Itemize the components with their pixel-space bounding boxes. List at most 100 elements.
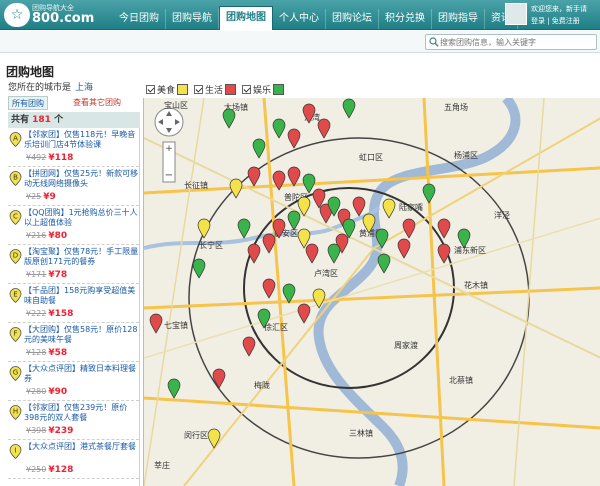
nav-deal-map[interactable]: 团购地图 bbox=[219, 6, 273, 30]
deal-title[interactable]: 【淘宝聚】仅售78元！手工限量版原创171元的餐券 bbox=[24, 247, 139, 267]
map-pin-icon: F bbox=[9, 327, 22, 342]
city-name[interactable]: 上海 bbox=[75, 83, 93, 93]
map-pin-icon[interactable] bbox=[247, 166, 261, 187]
map-pin-icon[interactable] bbox=[212, 368, 226, 389]
zoom-in-icon[interactable]: + bbox=[165, 144, 173, 154]
place-label: 梅陇 bbox=[254, 380, 270, 390]
map-pin-icon[interactable] bbox=[242, 336, 256, 357]
map-pin-icon[interactable] bbox=[262, 233, 276, 254]
deal-title[interactable]: 【千品团】158元购享受超值美味自助餐 bbox=[24, 286, 139, 306]
map-pin-icon[interactable] bbox=[272, 118, 286, 139]
map-pin-icon[interactable] bbox=[302, 173, 316, 194]
map-pin-icon[interactable] bbox=[317, 118, 331, 139]
list-item[interactable]: F 【大团购】仅售58元！原价128元的美味午餐 ¥128 ¥58 bbox=[8, 323, 139, 362]
old-price: ¥398 bbox=[26, 426, 47, 435]
map-pan-control[interactable] bbox=[154, 107, 184, 137]
checkbox[interactable] bbox=[242, 84, 252, 94]
login-register-links[interactable]: 登录 | 免费注册 bbox=[531, 16, 580, 26]
search-icon[interactable] bbox=[429, 37, 439, 47]
map-pin-icon[interactable] bbox=[207, 428, 221, 449]
map-pin-icon[interactable] bbox=[167, 378, 181, 399]
list-item[interactable]: C 【QQ团购】1元抢购总价三十人以上超值体验 ¥216 ¥80 bbox=[8, 206, 139, 245]
map-pin-icon: I bbox=[9, 444, 22, 459]
tab-all-deals[interactable]: 所有团购 bbox=[8, 96, 48, 110]
list-item[interactable]: B 【拼团网】仅售25元！新款可移动无线网络摄像头 ¥25 ¥9 bbox=[8, 167, 139, 206]
zoom-out-icon[interactable]: − bbox=[165, 170, 173, 181]
place-label: 长宁区 bbox=[199, 240, 223, 250]
place-label: 宝山区 bbox=[164, 100, 188, 110]
map-pin-icon[interactable] bbox=[402, 218, 416, 239]
map-pin-icon[interactable] bbox=[149, 313, 163, 334]
map-pin-icon[interactable] bbox=[352, 196, 366, 217]
map-pin-icon[interactable] bbox=[252, 138, 266, 159]
deal-map[interactable]: + − 大场镇 宝山区 五角场 虹口区 杨浦区 江湾 普陀区 长征镇 静安区 黄… bbox=[143, 98, 600, 486]
map-pin-icon[interactable] bbox=[305, 243, 319, 264]
svg-text:I: I bbox=[14, 447, 16, 455]
deal-title[interactable]: 【大众点评团】精致日本料理餐券 bbox=[24, 364, 139, 384]
filter-entertainment[interactable]: 娱乐 bbox=[242, 82, 285, 96]
map-pin-icon[interactable] bbox=[437, 243, 451, 264]
list-item[interactable]: A 【邻家团】仅售118元！早晚音乐培训门店4节体验课 ¥492 ¥118 bbox=[8, 128, 139, 167]
deal-title[interactable]: 【邻家团】仅售118元！早晚音乐培训门店4节体验课 bbox=[24, 130, 139, 150]
map-pin-icon[interactable] bbox=[247, 243, 261, 264]
map-pin-icon[interactable] bbox=[382, 198, 396, 219]
map-pin-icon[interactable] bbox=[327, 243, 341, 264]
map-pin-icon[interactable] bbox=[237, 218, 251, 239]
road bbox=[144, 286, 600, 310]
map-pin-icon[interactable] bbox=[297, 303, 311, 324]
svg-text:A: A bbox=[13, 135, 18, 143]
deal-list: A 【邻家团】仅售118元！早晚音乐培训门店4节体验课 ¥492 ¥118 B 【… bbox=[8, 128, 140, 486]
map-pin-icon[interactable] bbox=[222, 108, 236, 129]
deal-title[interactable]: 【QQ团购】1元抢购总价三十人以上超值体验 bbox=[24, 208, 139, 228]
top-navigation-bar: ☆ 团购导航大全 800.com 今日团购 团购导航 团购地图 个人中心 团购论… bbox=[0, 0, 600, 30]
map-pin-icon[interactable] bbox=[437, 218, 451, 239]
map-pin-icon[interactable] bbox=[397, 238, 411, 259]
tab-other-deals[interactable]: 查看其它团购 bbox=[70, 96, 124, 110]
new-price: ¥118 bbox=[48, 153, 74, 163]
zoom-slider[interactable]: + − bbox=[162, 141, 176, 183]
map-pin-icon[interactable] bbox=[197, 218, 211, 239]
list-item[interactable]: I 【大众点评团】港式茶餐厅套餐 ¥250 ¥128 bbox=[8, 440, 139, 479]
avatar[interactable] bbox=[505, 3, 527, 25]
deal-title[interactable]: 【大众点评团】港式茶餐厅套餐 bbox=[24, 442, 139, 462]
place-label: 三林镇 bbox=[349, 428, 373, 438]
site-logo[interactable]: ☆ 团购导航大全 800.com bbox=[4, 2, 114, 28]
deal-title[interactable]: 【邻家团】仅售239元！原价398元的双人套餐 bbox=[24, 403, 139, 423]
map-pin-icon[interactable] bbox=[422, 183, 436, 204]
map-pin-icon: H bbox=[9, 405, 22, 420]
nav-today-deals[interactable]: 今日团购 bbox=[113, 9, 166, 29]
list-item[interactable]: G 【大众点评团】精致日本料理餐券 ¥280 ¥90 bbox=[8, 362, 139, 401]
deal-title[interactable]: 【拼团网】仅售25元！新款可移动无线网络摄像头 bbox=[24, 169, 139, 189]
list-item[interactable]: E 【千品团】158元购享受超值美味自助餐 ¥222 ¥158 bbox=[8, 284, 139, 323]
filter-food[interactable]: 美食 bbox=[146, 82, 189, 96]
map-pin-icon[interactable] bbox=[287, 128, 301, 149]
count-suffix: 个 bbox=[54, 115, 64, 125]
new-price: ¥90 bbox=[48, 387, 68, 397]
deal-price: ¥216 ¥80 bbox=[26, 231, 67, 241]
deal-title[interactable]: 【大团购】仅售58元！原价128元的美味午餐 bbox=[24, 325, 139, 345]
filter-life[interactable]: 生活 bbox=[194, 82, 237, 96]
nav-forum[interactable]: 团购论坛 bbox=[326, 9, 379, 29]
place-label: 北蔡镇 bbox=[449, 375, 473, 385]
nav-guide[interactable]: 团购指导 bbox=[432, 9, 485, 29]
map-pin-icon[interactable] bbox=[287, 210, 301, 231]
nav-deal-guide[interactable]: 团购导航 bbox=[166, 9, 219, 29]
page-title: 团购地图 bbox=[6, 65, 55, 79]
checkbox[interactable] bbox=[194, 84, 204, 94]
checkbox[interactable] bbox=[146, 84, 155, 94]
map-pin-icon[interactable] bbox=[229, 178, 243, 199]
search-input[interactable] bbox=[440, 36, 594, 48]
map-pin-icon[interactable] bbox=[262, 278, 276, 299]
map-pin-icon[interactable] bbox=[192, 258, 206, 279]
user-box: 欢迎您来，新手请 登录 | 免费注册 bbox=[505, 2, 600, 28]
map-pin-icon[interactable] bbox=[342, 98, 356, 119]
place-label: 陆家嘴 bbox=[399, 202, 423, 212]
svg-text:H: H bbox=[13, 408, 18, 416]
list-item[interactable]: D 【淘宝聚】仅售78元！手工限量版原创171元的餐券 ¥171 ¥78 bbox=[8, 245, 139, 284]
nav-points[interactable]: 积分兑换 bbox=[379, 9, 432, 29]
nav-personal-center[interactable]: 个人中心 bbox=[273, 9, 326, 29]
list-item[interactable]: H 【邻家团】仅售239元！原价398元的双人套餐 ¥398 ¥239 bbox=[8, 401, 139, 440]
new-price: ¥78 bbox=[48, 270, 68, 280]
map-pin-icon[interactable] bbox=[377, 253, 391, 274]
map-canvas[interactable]: + − 大场镇 宝山区 五角场 虹口区 杨浦区 江湾 普陀区 长征镇 静安区 黄… bbox=[144, 98, 600, 486]
